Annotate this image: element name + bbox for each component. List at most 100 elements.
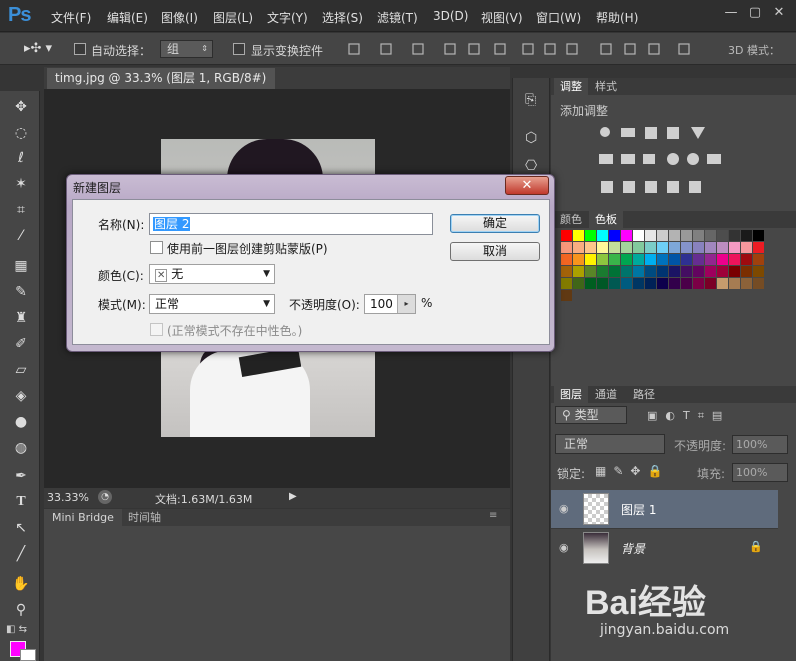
swatch[interactable]: [561, 230, 572, 241]
swatch[interactable]: [645, 242, 656, 253]
minimize-button[interactable]: —: [720, 4, 742, 22]
tab-paths[interactable]: 路径: [627, 386, 661, 403]
swatch[interactable]: [573, 254, 584, 265]
swatch[interactable]: [645, 254, 656, 265]
swatch[interactable]: [741, 230, 752, 241]
tab-channels[interactable]: 通道: [589, 386, 623, 403]
tab-styles[interactable]: 样式: [589, 78, 623, 95]
swatch[interactable]: [753, 254, 764, 265]
swatch[interactable]: [729, 242, 740, 253]
eyedropper-tool-icon[interactable]: ⁄: [12, 227, 30, 245]
swatch[interactable]: [657, 266, 668, 277]
swatch[interactable]: [573, 266, 584, 277]
swatch[interactable]: [693, 230, 704, 241]
pen-tool-icon[interactable]: ✒: [12, 467, 30, 485]
swatch[interactable]: [645, 230, 656, 241]
brush-tool-icon[interactable]: ✎: [12, 283, 30, 301]
menu-window[interactable]: 窗口(W): [536, 9, 581, 26]
ok-button[interactable]: 确定: [450, 214, 540, 233]
menu-filter[interactable]: 滤镜(T): [377, 9, 418, 26]
eraser-tool-icon[interactable]: ▱: [12, 361, 30, 379]
close-window-button[interactable]: ✕: [768, 4, 790, 22]
background-color-swatch[interactable]: [20, 649, 36, 661]
swatch[interactable]: [705, 278, 716, 289]
blend-mode-dropdown[interactable]: 正常: [555, 434, 665, 454]
swatch[interactable]: [657, 242, 668, 253]
clipping-mask-checkbox[interactable]: [150, 241, 163, 254]
swatch[interactable]: [609, 278, 620, 289]
swatch[interactable]: [693, 254, 704, 265]
tab-mini-bridge[interactable]: Mini Bridge: [44, 509, 122, 526]
swatch[interactable]: [717, 266, 728, 277]
opacity-slider-arrow-icon[interactable]: ▸: [397, 295, 415, 313]
swatch[interactable]: [597, 254, 608, 265]
document-tab[interactable]: timg.jpg @ 33.3% (图层 1, RGB/8#) * ×: [47, 68, 275, 105]
swatch[interactable]: [681, 278, 692, 289]
swatch[interactable]: [561, 290, 572, 301]
swatch[interactable]: [729, 230, 740, 241]
layer-name[interactable]: 背景: [621, 540, 645, 557]
swatch[interactable]: [681, 230, 692, 241]
swatch[interactable]: [585, 230, 596, 241]
dodge-tool-icon[interactable]: ◍: [12, 439, 30, 457]
swatch[interactable]: [705, 254, 716, 265]
zoom-tool-icon[interactable]: ⚲: [12, 601, 30, 619]
menu-type[interactable]: 文字(Y): [267, 9, 308, 26]
tab-color[interactable]: 颜色: [554, 211, 588, 228]
healing-brush-tool-icon[interactable]: ▦: [12, 257, 30, 275]
swatch[interactable]: [657, 278, 668, 289]
mode-dropdown[interactable]: 正常 ▼: [149, 294, 275, 314]
show-transform-checkbox[interactable]: [233, 43, 245, 55]
layer-filter-icons[interactable]: ▣◐T⌗▤: [647, 409, 730, 423]
swatch[interactable]: [585, 254, 596, 265]
swatch[interactable]: [717, 242, 728, 253]
maximize-button[interactable]: ▢: [744, 4, 766, 22]
swatch[interactable]: [585, 278, 596, 289]
swatch[interactable]: [573, 242, 584, 253]
tab-adjustments[interactable]: 调整: [554, 78, 588, 95]
swatch[interactable]: [621, 278, 632, 289]
swatch[interactable]: [573, 230, 584, 241]
swatch[interactable]: [669, 278, 680, 289]
marquee-tool-icon[interactable]: ◌: [12, 124, 30, 142]
lock-icons[interactable]: ▦✎✥🔒: [595, 464, 669, 478]
swatch[interactable]: [741, 242, 752, 253]
swatch[interactable]: [645, 266, 656, 277]
swatch[interactable]: [705, 230, 716, 241]
status-menu-icon[interactable]: ◔: [98, 490, 112, 504]
default-colors-icon[interactable]: ◧ ⇆: [6, 624, 27, 635]
swatch[interactable]: [705, 242, 716, 253]
eye-icon[interactable]: ◉: [559, 541, 573, 555]
swatch[interactable]: [705, 266, 716, 277]
swatch[interactable]: [657, 230, 668, 241]
line-tool-icon[interactable]: ╱: [12, 545, 30, 563]
align-distribute-icons[interactable]: [345, 40, 705, 58]
dialog-close-button[interactable]: ✕: [505, 176, 549, 195]
swatch[interactable]: [717, 254, 728, 265]
path-selection-tool-icon[interactable]: ↖: [12, 519, 30, 537]
lasso-tool-icon[interactable]: ℓ: [12, 149, 30, 167]
swatch[interactable]: [657, 254, 668, 265]
status-arrow-icon[interactable]: ▶: [289, 491, 297, 502]
swatch[interactable]: [561, 242, 572, 253]
swatch[interactable]: [585, 266, 596, 277]
swatch[interactable]: [573, 278, 584, 289]
auto-select-checkbox[interactable]: [74, 43, 86, 55]
swatch[interactable]: [681, 242, 692, 253]
swatch[interactable]: [609, 242, 620, 253]
swatch[interactable]: [729, 266, 740, 277]
swatch[interactable]: [717, 278, 728, 289]
swatch[interactable]: [645, 278, 656, 289]
swatch[interactable]: [633, 230, 644, 241]
swatch[interactable]: [621, 266, 632, 277]
swatch[interactable]: [741, 266, 752, 277]
3d-panel-icon[interactable]: ⬡: [525, 130, 537, 146]
swatch[interactable]: [633, 242, 644, 253]
swatch[interactable]: [561, 254, 572, 265]
menu-3d[interactable]: 3D(D): [433, 9, 468, 23]
swatch[interactable]: [693, 266, 704, 277]
menu-select[interactable]: 选择(S): [322, 9, 363, 26]
swatch[interactable]: [597, 266, 608, 277]
menu-file[interactable]: 文件(F): [51, 9, 91, 26]
hand-tool-icon[interactable]: ✋: [12, 575, 30, 593]
